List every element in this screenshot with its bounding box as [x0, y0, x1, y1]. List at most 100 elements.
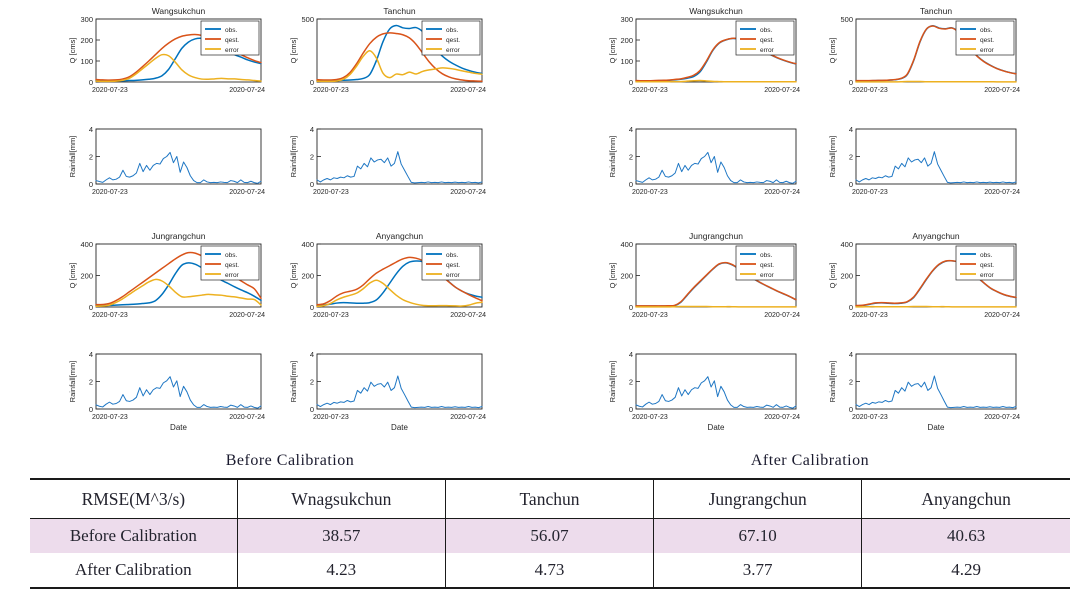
y-tick-label: 300	[620, 15, 633, 24]
y-tick-label: 4	[629, 125, 633, 134]
x-tick-label-end: 2020-07-24	[764, 312, 800, 319]
x-tick-label-start: 2020-07-23	[313, 87, 349, 94]
legend-label: qest.	[980, 37, 994, 44]
y-tick-label: 2	[89, 378, 93, 387]
legend-label: qest.	[446, 37, 460, 44]
legend-label: error	[446, 272, 461, 279]
x-tick-label-start: 2020-07-23	[632, 312, 668, 319]
x-tick-label-end: 2020-07-24	[450, 312, 486, 319]
x-tick-label-start: 2020-07-23	[313, 312, 349, 319]
table-caption-row: Before Calibration After Calibration	[30, 452, 1070, 478]
y-tick-label: 0	[310, 180, 314, 189]
y-tick-label: 500	[840, 15, 853, 24]
y-tick-label: 0	[849, 303, 853, 312]
x-tick-label-end: 2020-07-24	[229, 189, 265, 196]
legend-label: qest.	[225, 37, 239, 44]
y-tick-label: 2	[629, 153, 633, 162]
y-tick-label: 2	[629, 378, 633, 387]
x-tick-label-start: 2020-07-23	[92, 414, 128, 421]
chart-panel-grid: Wangsukchun 0 100 200 300 Q [cms] 2020-07-23 20…	[0, 0, 1077, 450]
y-tick-label: 0	[849, 405, 853, 414]
y-tick-label: 0	[849, 78, 853, 87]
chart-wangsukchun-after: Wangsukchun 0 100 200 300 Q [cms] 2020-07-23 20…	[602, 4, 802, 104]
y-tick-label: 0	[629, 405, 633, 414]
y-tick-label: 0	[89, 78, 93, 87]
legend-label: error	[760, 272, 775, 279]
y-tick-label: 0	[629, 180, 633, 189]
y-tick-label: 200	[80, 36, 93, 45]
chart-title: Anyangchun	[912, 231, 960, 241]
legend-label: error	[980, 47, 995, 54]
x-tick-label-end: 2020-07-24	[450, 189, 486, 196]
legend-label: qest.	[760, 37, 774, 44]
legend-label: obs.	[760, 252, 772, 259]
x-tick-label-end: 2020-07-24	[229, 312, 265, 319]
y-tick-label: 4	[849, 350, 853, 359]
rmse-table-block: Before Calibration After Calibration RMS…	[30, 452, 1070, 589]
legend-label: error	[225, 47, 240, 54]
cell-after-anyangchun: 4.29	[861, 553, 1070, 589]
y-tick-label: 200	[620, 272, 633, 281]
x-tick-label-end: 2020-07-24	[984, 189, 1020, 196]
y-axis-label: Rainfall[mm]	[828, 136, 837, 178]
y-tick-label: 0	[89, 303, 93, 312]
x-axis-label: Date	[928, 423, 945, 431]
y-tick-label: 0	[310, 78, 314, 87]
table-header-wnagsukchun: Wnagsukchun	[236, 478, 446, 519]
y-tick-label: 100	[620, 57, 633, 66]
legend-label: obs.	[225, 252, 237, 259]
y-axis-label: Rainfall[mm]	[68, 361, 77, 403]
legend-label: error	[225, 272, 240, 279]
y-tick-label: 400	[80, 240, 93, 249]
y-tick-label: 4	[310, 125, 314, 134]
x-tick-label-start: 2020-07-23	[852, 189, 888, 196]
y-tick-label: 4	[849, 125, 853, 134]
y-tick-label: 400	[301, 240, 314, 249]
chart-tanchun-rain-after: 0 2 4 Rainfall[mm] 2020-07-23 2020-07-24	[822, 114, 1022, 206]
cell-before-anyangchun: 40.63	[861, 518, 1070, 553]
y-tick-label: 2	[89, 153, 93, 162]
y-axis-label: Q [cms]	[828, 38, 837, 64]
x-tick-label-start: 2020-07-23	[632, 87, 668, 94]
cell-after-tanchun: 4.73	[444, 553, 655, 589]
y-tick-label: 400	[620, 240, 633, 249]
chart-wangsukchun-rain-after: 0 2 4 Rainfall[mm] 2020-07-23 2020-07-24	[602, 114, 802, 206]
chart-anyangchun-after: Anyangchun 0 200 400 Q [cms] 2020-07-23 2020-0…	[822, 229, 1022, 329]
y-tick-label: 200	[840, 272, 853, 281]
chart-legend: obs. qest. error	[955, 20, 1015, 56]
x-tick-label-end: 2020-07-24	[984, 87, 1020, 94]
y-axis-label: Q [cms]	[828, 263, 837, 289]
y-axis-label: Q [cms]	[68, 38, 77, 64]
rmse-table: RMSE(M^3/s) Wnagsukchun Tanchun Jungrang…	[30, 478, 1070, 589]
x-tick-label-start: 2020-07-23	[313, 414, 349, 421]
legend-label: obs.	[446, 252, 458, 259]
legend-label: obs.	[760, 27, 772, 34]
x-tick-label-end: 2020-07-24	[764, 189, 800, 196]
chart-title: Jungrangchun	[689, 231, 743, 241]
x-axis-label: Date	[708, 423, 725, 431]
row-label-after-calibration: After Calibration	[30, 553, 238, 589]
legend-label: error	[980, 272, 995, 279]
chart-tanchun-rain-before: 0 2 4 Rainfall[mm] 2020-07-23 2020-07-24	[283, 114, 488, 206]
x-tick-label-start: 2020-07-23	[92, 87, 128, 94]
cell-before-tanchun: 56.07	[444, 518, 655, 553]
x-tick-label-end: 2020-07-24	[984, 414, 1020, 421]
x-tick-label-end: 2020-07-24	[450, 87, 486, 94]
y-tick-label: 4	[310, 350, 314, 359]
legend-label: obs.	[446, 27, 458, 34]
y-tick-label: 0	[310, 405, 314, 414]
y-axis-label: Rainfall[mm]	[828, 361, 837, 403]
row-label-before-calibration: Before Calibration	[30, 518, 238, 553]
chart-legend: obs. qest. error	[200, 245, 260, 281]
chart-legend: obs. qest. error	[200, 20, 260, 56]
y-tick-label: 400	[840, 240, 853, 249]
legend-label: obs.	[980, 252, 992, 259]
table-header-tanchun: Tanchun	[444, 478, 655, 519]
y-tick-label: 4	[89, 125, 93, 134]
table-row: Before Calibration 38.57 56.07 67.10 40.…	[30, 518, 1070, 553]
chart-legend: obs. qest. error	[955, 245, 1015, 281]
y-tick-label: 4	[629, 350, 633, 359]
chart-wangsukchun-before: Wangsukchun 0 100 200 300 Q [cms] 2020-07-23 20…	[62, 4, 267, 104]
y-tick-label: 500	[301, 15, 314, 24]
y-axis-label: Rainfall[mm]	[608, 361, 617, 403]
